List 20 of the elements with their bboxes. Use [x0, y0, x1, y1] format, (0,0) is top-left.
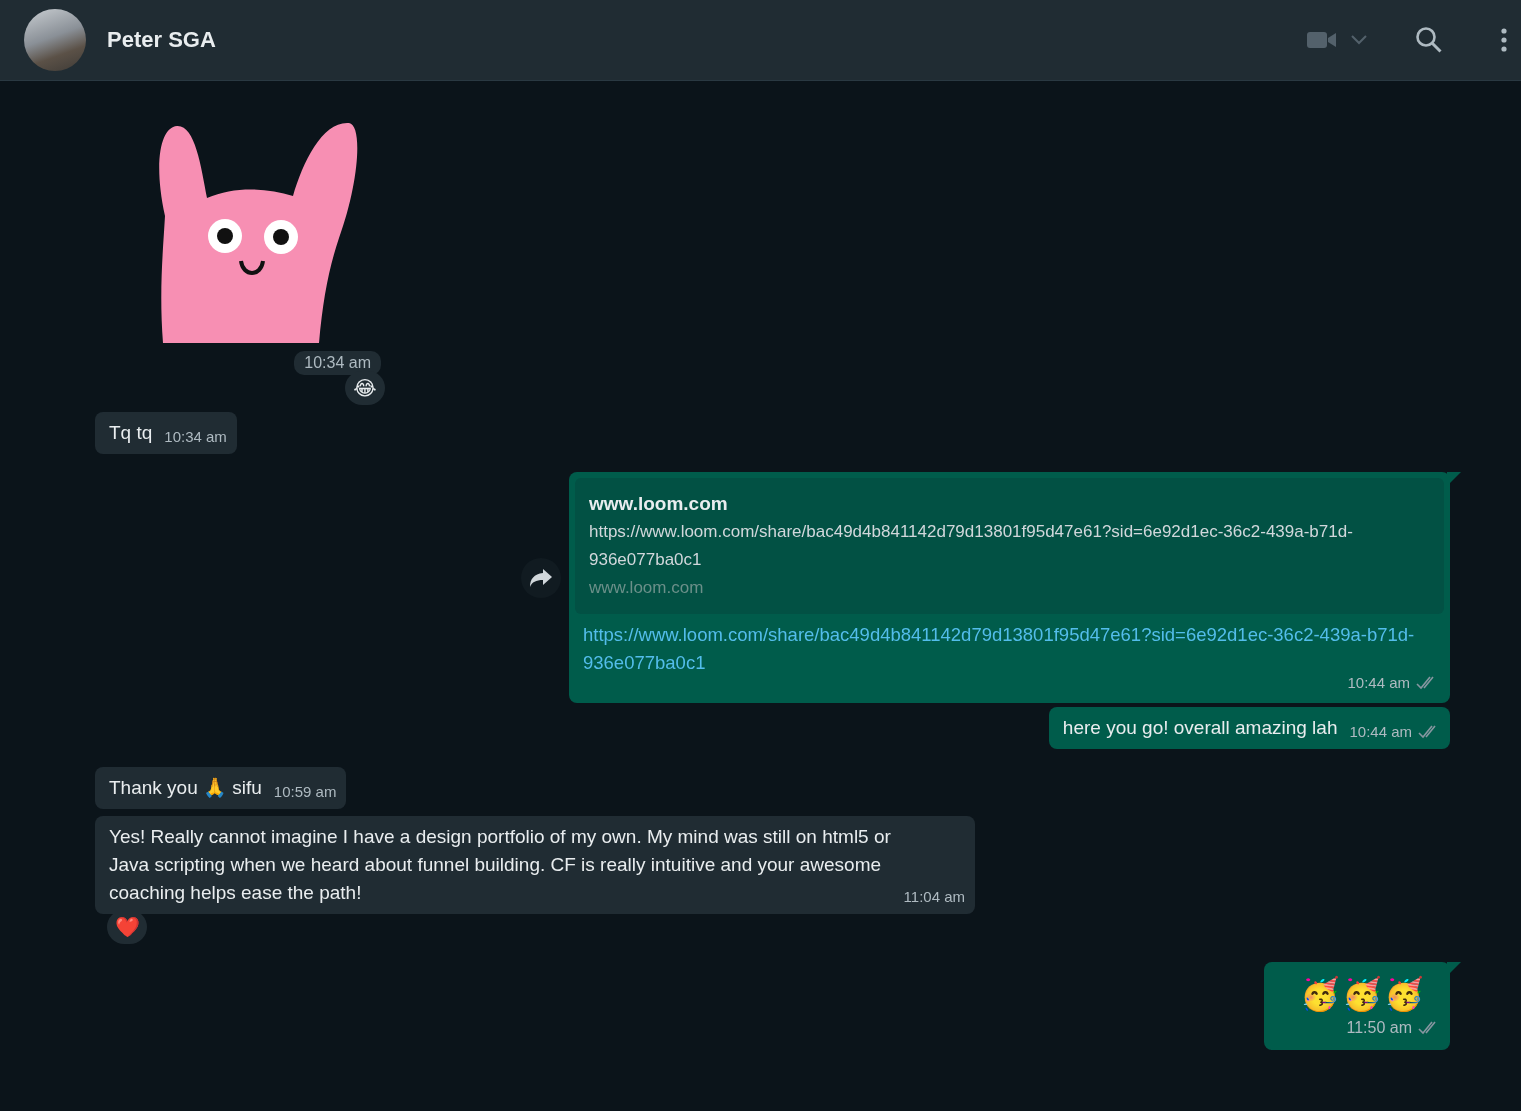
reaction-badge[interactable]: 😂 — [345, 371, 385, 405]
message-time: 11:04 am — [903, 887, 965, 907]
search-icon[interactable] — [1415, 26, 1443, 54]
link-preview-card[interactable]: www.loom.com https://www.loom.com/share/bac49d4b841142d79d13801f95d47e61?sid=6e92d1ec-36c2-439a-b71d-936e077ba0c1 www.loom.com — [575, 478, 1444, 614]
preview-description: https://www.loom.com/share/bac49d4b841142d79d13801f95d47e61?sid=6e92d1ec-36c2-439a-b71d-936e077ba0c1 — [589, 521, 1354, 571]
emoji-text: 🥳🥳🥳 — [1300, 975, 1426, 1014]
forward-button[interactable] — [521, 558, 561, 598]
message-time: 11:50 am — [1346, 1014, 1440, 1042]
message-time: 10:44 am — [1349, 718, 1440, 746]
message-text: Yes! Really cannot imagine I have a design portfolio of my own. My mind was still on html5 or Java scripting when we heard about funnel building. CF is really intuitive and your awesome coaching helps ease the path! — [109, 825, 892, 905]
preview-domain: www.loom.com — [589, 577, 705, 599]
message-text: here you go! overall amazing lah — [1062, 716, 1338, 740]
message-text: Thank you 🙏 sifu — [109, 776, 262, 800]
preview-title: www.loom.com — [589, 492, 729, 516]
message-time: 10:59 am — [273, 782, 337, 802]
menu-icon[interactable] — [1501, 28, 1507, 52]
message-text: Tq tq — [109, 421, 153, 445]
message-time: 10:34 am — [294, 351, 381, 375]
forward-icon — [529, 568, 553, 588]
message-time: 10:34 am — [164, 427, 227, 447]
